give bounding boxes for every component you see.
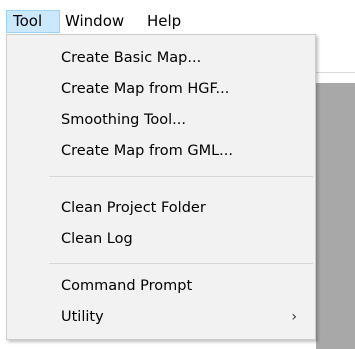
menu-item-create-basic-map[interactable]: Create Basic Map... <box>8 43 314 74</box>
menu-separator <box>49 263 313 264</box>
workspace-background <box>316 83 355 349</box>
toolbar-background <box>316 35 355 83</box>
menu-item-create-map-from-hgf[interactable]: Create Map from HGF... <box>8 74 314 105</box>
menu-item-clean-project-folder[interactable]: Clean Project Folder <box>8 193 314 224</box>
menu-help[interactable]: Help <box>141 10 199 33</box>
menu-separator <box>49 176 313 177</box>
menu-item-create-map-from-gml[interactable]: Create Map from GML... <box>8 136 314 167</box>
toolbar-divider <box>316 72 355 73</box>
menu-item-clean-log[interactable]: Clean Log <box>8 224 314 255</box>
tool-dropdown-menu: Create Basic Map... Create Map from HGF.… <box>6 34 316 340</box>
menu-item-utility-label: Utility <box>61 309 104 325</box>
menu-item-command-prompt[interactable]: Command Prompt <box>8 271 314 302</box>
chevron-right-icon: › <box>291 309 297 325</box>
menu-item-smoothing-tool[interactable]: Smoothing Tool... <box>8 105 314 136</box>
menu-tool[interactable]: Tool <box>6 10 60 33</box>
menu-bar: Tool Window Help <box>0 0 355 35</box>
menu-window[interactable]: Window <box>59 10 139 33</box>
menu-item-utility[interactable]: Utility › <box>8 302 314 333</box>
